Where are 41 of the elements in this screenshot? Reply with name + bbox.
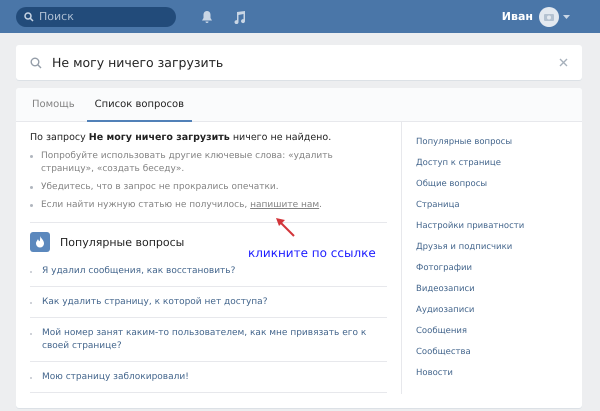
sidebar-item[interactable]: Настройки приватности — [416, 216, 568, 237]
annotation-text: кликните по ссылке — [248, 246, 376, 260]
sidebar-item[interactable]: Доступ к странице — [416, 153, 568, 174]
search-field[interactable]: Не могу ничего загрузить — [16, 45, 582, 80]
sidebar-item[interactable]: Общие вопросы — [416, 174, 568, 195]
close-icon[interactable] — [559, 58, 568, 67]
bullet-dot — [30, 155, 33, 158]
tip-text: Попробуйте использовать другие ключевые слова: «удалить страницу», «создать беседу». — [41, 150, 334, 176]
music-note-icon[interactable] — [232, 10, 246, 24]
sidebar-item[interactable]: Новости — [416, 363, 568, 384]
header-search-box[interactable]: Поиск — [16, 6, 176, 26]
write-us-link[interactable]: напишите нам — [250, 200, 320, 210]
tab[interactable]: Список вопросов — [86, 88, 192, 122]
bullet-dot — [30, 186, 33, 189]
sidebar-item[interactable]: Популярные вопросы — [416, 132, 568, 153]
bullet-dot — [30, 204, 33, 207]
question-link[interactable]: Как удалить страницу, к которой нет доступа? — [42, 296, 268, 309]
sidebar-item[interactable]: Страница — [416, 195, 568, 216]
tab[interactable]: Помощь — [30, 88, 83, 122]
result-message: По запросу Не могу ничего загрузить ничего не найдено. — [30, 132, 332, 143]
caret-icon[interactable] — [563, 14, 570, 18]
sidebar-item[interactable]: Сообщества — [416, 342, 568, 363]
search-icon — [24, 12, 34, 22]
question-link[interactable]: Я удалил сообщения, как восстановить? — [42, 265, 236, 278]
user-name[interactable]: Иван — [502, 10, 533, 23]
question-link[interactable]: Мой номер занят каким-то пользователем, как мне привязать его к своей странице? — [42, 327, 387, 353]
sidebar-item[interactable]: Аудиозаписи — [416, 300, 568, 321]
sidebar-item[interactable]: Фотографии — [416, 258, 568, 279]
sidebar-item[interactable]: Сообщения — [416, 321, 568, 342]
header-search-input[interactable]: Поиск — [39, 10, 159, 23]
question-link[interactable]: Мою страницу заблокировали! — [42, 371, 189, 384]
search-icon — [30, 56, 42, 68]
flame-icon — [30, 232, 50, 252]
section-title: Популярные вопросы — [60, 236, 184, 248]
bell-icon[interactable] — [200, 10, 214, 24]
sidebar-item[interactable]: Друзья и подписчики — [416, 237, 568, 258]
sidebar-item[interactable]: Видеозаписи — [416, 279, 568, 300]
tip-text: Убедитесь, что в запрос не прокрались опечатки. — [41, 181, 279, 194]
tip-text: Если найти нужную статью не получилось, напишите нам. — [41, 199, 322, 212]
camera-avatar-icon[interactable] — [539, 6, 559, 26]
annotation-arrow — [274, 216, 296, 238]
